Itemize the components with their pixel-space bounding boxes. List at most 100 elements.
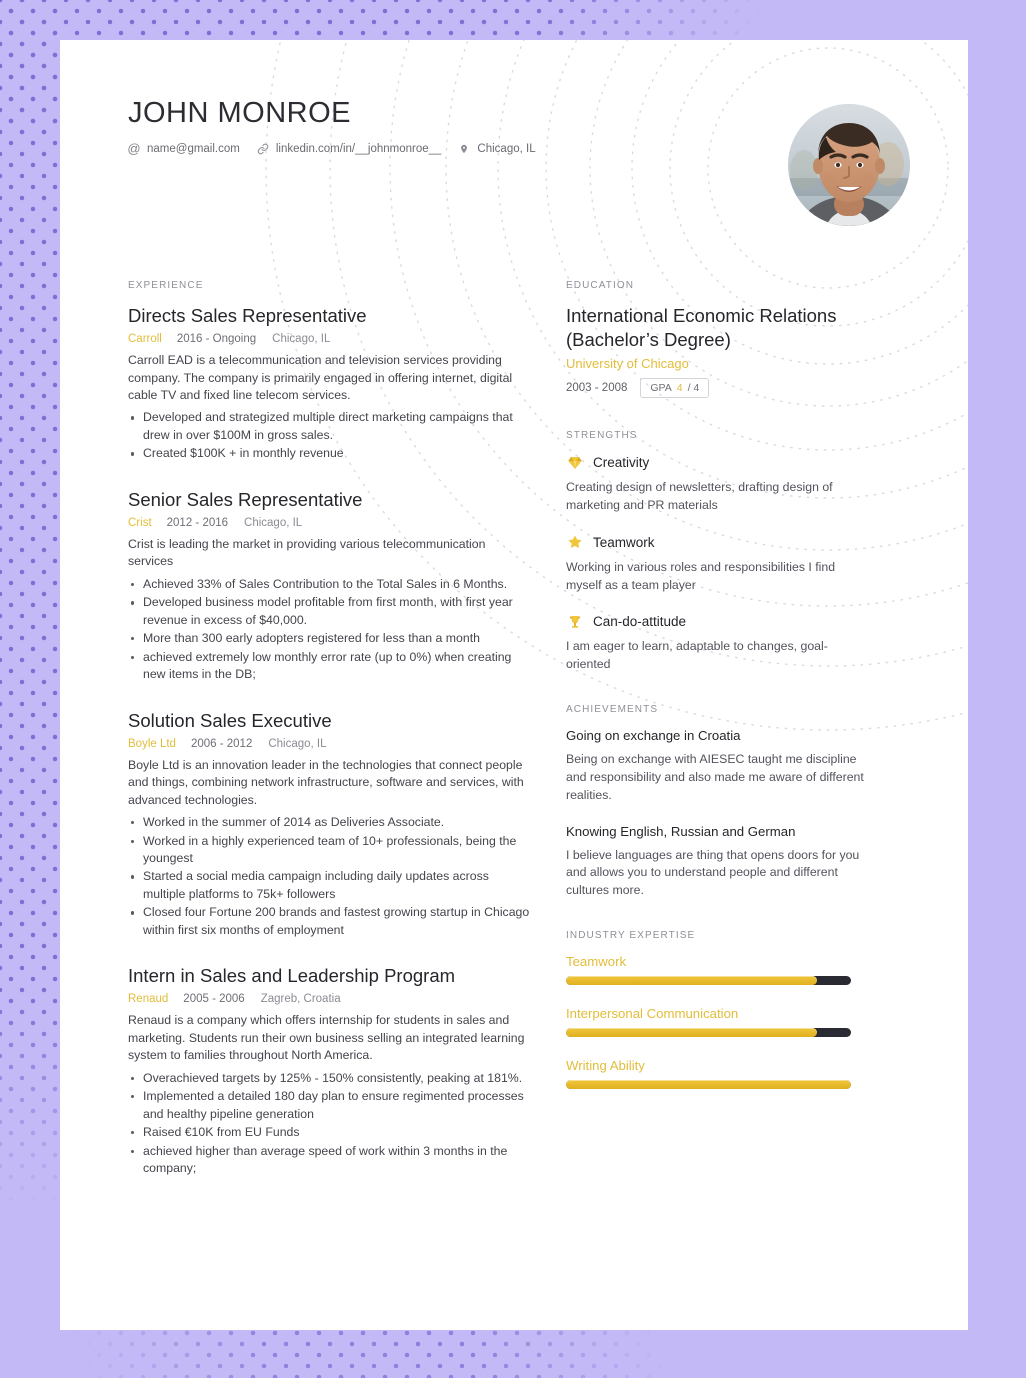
strength-description: Creating design of newsletters, drafting… — [566, 480, 833, 512]
job-bullets: Worked in the summer of 2014 as Deliveri… — [128, 814, 530, 939]
gpa-badge: GPA 4 / 4 — [640, 378, 710, 399]
job-title: Directs Sales Representative — [128, 305, 367, 326]
avatar — [788, 104, 910, 226]
contact-email-text: name@gmail.com — [147, 142, 240, 155]
education-school: University of Chicago — [566, 356, 689, 372]
strength-head: Creativity — [566, 454, 868, 471]
section-label-education: EDUCATION — [566, 280, 635, 291]
contact-linkedin-text: linkedin.com/in/__johnmonroe__ — [275, 142, 442, 155]
job-title: Intern in Sales and Leadership Program — [128, 965, 456, 987]
achievement-description: I believe languages are thing that opens… — [566, 847, 860, 898]
job-description: Crist is leading the market in providing… — [128, 536, 486, 569]
job-dates: 2005 - 2006 — [183, 993, 245, 1006]
expertise-name: Writing Ability — [566, 1058, 645, 1074]
location-pin-icon — [458, 143, 470, 155]
expertise-bar-track — [566, 976, 851, 986]
strength-description: I am eager to learn, adaptable to change… — [566, 639, 828, 672]
expertise-section: INDUSTRY EXPERTISE Teamwork Interpersona… — [566, 930, 868, 1090]
job-bullet: Created $100K + in monthly revenue — [128, 445, 530, 462]
job-bullet: Implemented a detailed 180 day plan to e… — [128, 1088, 530, 1123]
job-company: Boyle Ltd — [128, 737, 176, 750]
job-bullets: Achieved 33% of Sales Contribution to th… — [128, 576, 530, 684]
left-column: EXPERIENCE Directs Sales Representative … — [128, 280, 566, 1202]
job-bullet: achieved extremely low monthly error rat… — [128, 649, 530, 684]
job-company: Carroll — [128, 333, 162, 346]
job-title: Solution Sales Executive — [128, 709, 332, 731]
job-bullets: Overachieved targets by 125% - 150% cons… — [128, 1070, 530, 1178]
job-location: Chicago, IL — [272, 333, 331, 346]
strength-description: Working in various roles and responsibil… — [566, 559, 836, 592]
section-label-experience: EXPERIENCE — [128, 280, 204, 291]
job-dates: 2016 - Ongoing — [176, 333, 257, 346]
expertise-item: Writing Ability — [566, 1058, 868, 1090]
education-degree: International Economic Relations (Bachel… — [566, 305, 837, 351]
achievement-description: Being on exchange with AIESEC taught me … — [566, 752, 864, 802]
strength-name: Teamwork — [593, 534, 655, 550]
experience-entry: Directs Sales Representative Carroll 201… — [128, 304, 530, 463]
resume-page: JOHN MONROE @ name@gmail.com linkedin.co… — [60, 40, 968, 1330]
job-dates: 2012 - 2016 — [166, 516, 229, 529]
expertise-name: Interpersonal Communication — [566, 1006, 739, 1022]
job-bullet: Started a social media campaign includin… — [128, 868, 530, 903]
experience-entry: Senior Sales Representative Crist 2012 -… — [128, 488, 530, 684]
job-description: Carroll EAD is a telecommunication and t… — [128, 353, 513, 403]
resume-header: JOHN MONROE @ name@gmail.com linkedin.co… — [127, 97, 910, 238]
contact-email[interactable]: @ name@gmail.com — [127, 141, 240, 157]
expertise-bar-track — [566, 1080, 851, 1090]
job-bullets: Developed and strategized multiple direc… — [128, 409, 530, 462]
experience-entry: Solution Sales Executive Boyle Ltd 2006 … — [128, 709, 530, 940]
job-description: Boyle Ltd is an innovation leader in the… — [128, 757, 524, 807]
education-meta: 2003 - 2008 GPA 4 / 4 — [566, 378, 868, 399]
strength-name: Can-do-attitude — [593, 614, 687, 630]
job-meta: Renaud 2005 - 2006 Zagreb, Croatia — [128, 993, 530, 1005]
education-section: EDUCATION International Economic Relatio… — [566, 280, 868, 399]
job-title: Senior Sales Representative — [128, 488, 363, 510]
link-icon — [257, 143, 269, 155]
contact-location-text: Chicago, IL — [477, 142, 536, 155]
job-location: Chicago, IL — [244, 516, 303, 529]
job-bullet: Worked in the summer of 2014 as Deliveri… — [128, 814, 530, 831]
job-bullet: Raised €10K from EU Funds — [128, 1124, 530, 1141]
job-meta: Carroll 2016 - Ongoing Chicago, IL — [128, 333, 530, 345]
expertise-item: Interpersonal Communication — [566, 1006, 868, 1038]
job-bullet: Closed four Fortune 200 brands and faste… — [128, 904, 530, 939]
job-description: Renaud is a company which offers interns… — [128, 1013, 525, 1063]
gpa-value: 4 — [676, 382, 683, 395]
section-label-strengths: STRENGTHS — [566, 430, 638, 442]
at-icon: @ — [127, 141, 141, 157]
expertise-bar-fill — [566, 976, 817, 986]
strength-name: Creativity — [593, 455, 650, 471]
gpa-max: / 4 — [687, 382, 700, 395]
strength-item: Teamwork Working in various roles and re… — [566, 534, 868, 595]
job-bullet: More than 300 early adopters registered … — [128, 630, 530, 647]
achievement-title: Going on exchange in Croatia — [566, 728, 741, 744]
resume-body: EXPERIENCE Directs Sales Representative … — [128, 280, 904, 1202]
achievement-item: Going on exchange in Croatia Being on ex… — [566, 728, 868, 804]
job-location: Zagreb, Croatia — [260, 993, 341, 1006]
job-meta: Crist 2012 - 2016 Chicago, IL — [128, 517, 530, 529]
strength-item: Can-do-attitude I am eager to learn, ada… — [566, 613, 868, 674]
page-title: JOHN MONROE — [128, 97, 351, 129]
education-dates: 2003 - 2008 — [566, 382, 628, 395]
job-company: Renaud — [128, 993, 169, 1006]
expertise-bar-track — [566, 1028, 851, 1038]
contact-linkedin[interactable]: linkedin.com/in/__johnmonroe__ — [257, 142, 442, 155]
job-bullet: Overachieved targets by 125% - 150% cons… — [128, 1070, 530, 1087]
star-icon — [566, 534, 583, 551]
job-bullet: Developed business model profitable from… — [128, 594, 530, 629]
strength-item: Creativity Creating design of newsletter… — [566, 454, 868, 515]
experience-entry: Intern in Sales and Leadership Program R… — [128, 964, 530, 1177]
job-bullet: Developed and strategized multiple direc… — [128, 409, 530, 444]
job-company: Crist — [128, 516, 152, 529]
achievement-item: Knowing English, Russian and German I be… — [566, 824, 868, 900]
job-meta: Boyle Ltd 2006 - 2012 Chicago, IL — [128, 738, 530, 750]
job-location: Chicago, IL — [268, 737, 327, 750]
job-bullet: achieved higher than average speed of wo… — [128, 1143, 530, 1178]
expertise-name: Teamwork — [566, 954, 627, 970]
dot-pattern-left — [0, 0, 62, 1378]
expertise-item: Teamwork — [566, 954, 868, 986]
right-column: EDUCATION International Economic Relatio… — [566, 280, 868, 1202]
gpa-label: GPA — [650, 382, 672, 395]
section-label-expertise: INDUSTRY EXPERTISE — [566, 930, 696, 942]
job-bullet: Worked in a highly experienced team of 1… — [128, 833, 530, 868]
